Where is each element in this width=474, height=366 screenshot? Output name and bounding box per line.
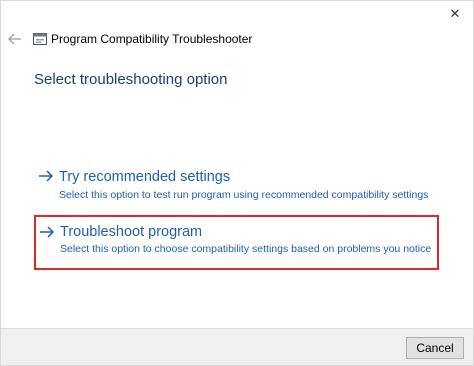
back-arrow-icon bbox=[8, 33, 21, 45]
try-recommended-settings-option[interactable]: Try recommended settings Select this opt… bbox=[34, 163, 439, 211]
page-heading: Select troubleshooting option bbox=[34, 71, 228, 88]
option-description: Select this option to test run program u… bbox=[59, 189, 429, 201]
window-title: Program Compatibility Troubleshooter bbox=[51, 32, 253, 46]
option-description: Select this option to choose compatibili… bbox=[60, 243, 432, 255]
dialog-footer: Cancel bbox=[1, 328, 473, 365]
troubleshooter-window: ✕ Program Compatibility Troubleshooter S… bbox=[0, 0, 474, 366]
option-title: Try recommended settings bbox=[59, 169, 231, 185]
close-icon: ✕ bbox=[449, 6, 461, 21]
troubleshooter-icon bbox=[33, 33, 47, 45]
arrow-right-icon bbox=[39, 170, 54, 182]
close-button[interactable]: ✕ bbox=[445, 5, 465, 23]
option-title: Troubleshoot program bbox=[60, 224, 203, 240]
arrow-right-icon bbox=[40, 226, 55, 238]
cancel-button[interactable]: Cancel bbox=[406, 337, 464, 359]
troubleshoot-program-option[interactable]: Troubleshoot program Select this option … bbox=[34, 215, 439, 270]
back-button[interactable] bbox=[7, 31, 23, 47]
